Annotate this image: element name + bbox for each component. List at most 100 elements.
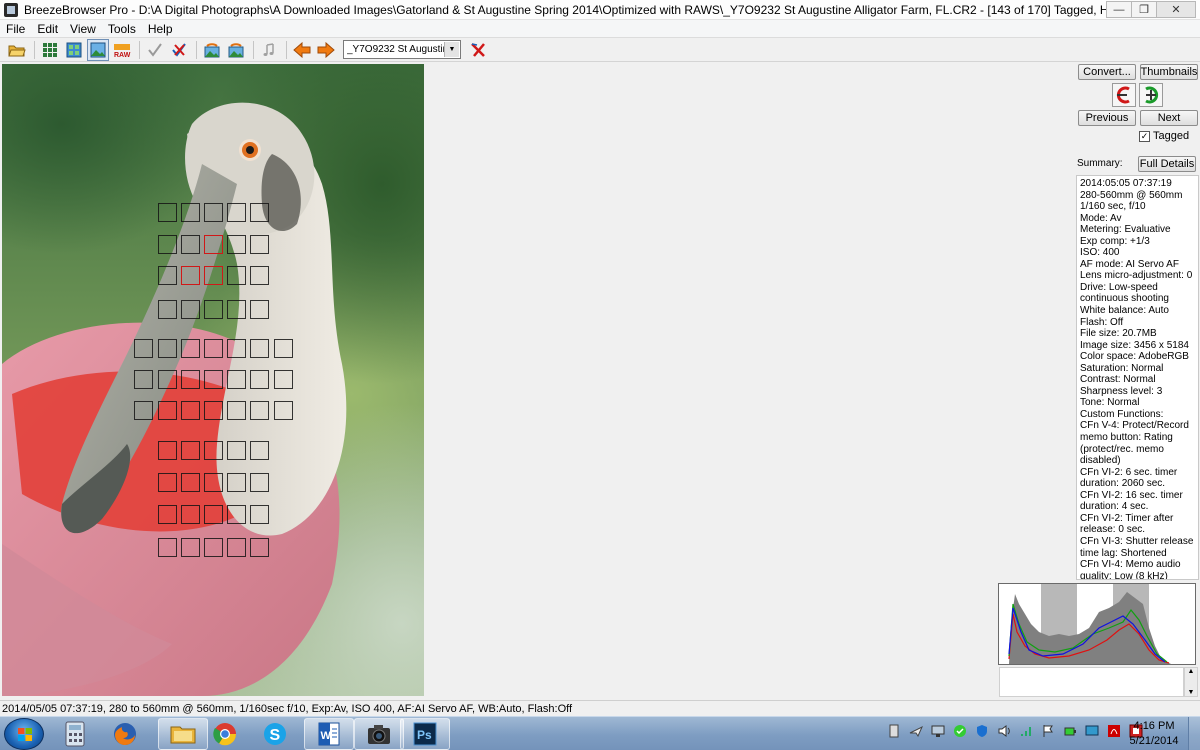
chrome-icon[interactable]	[200, 718, 250, 750]
camera-app-icon[interactable]	[354, 718, 404, 750]
close-x-icon[interactable]	[467, 39, 489, 61]
af-point	[250, 339, 269, 358]
af-point	[181, 473, 200, 492]
toolbar-separator	[253, 40, 254, 59]
photo-viewer[interactable]	[2, 64, 424, 696]
next-arrow-icon[interactable]	[315, 39, 337, 61]
detail-line: CFn VI-4: Memo audio quality: Low (8 kHz…	[1080, 559, 1181, 580]
histogram	[998, 583, 1196, 665]
calculator-icon[interactable]	[50, 718, 100, 750]
window-controls: — ❐ ✕	[1106, 1, 1196, 18]
photoshop-icon[interactable]: Ps	[400, 718, 450, 750]
rdp-icon[interactable]	[1084, 723, 1100, 739]
close-button[interactable]: ✕	[1156, 1, 1196, 18]
taskbar-clock[interactable]: 4:16 PM 5/21/2014	[1124, 719, 1184, 749]
af-point	[181, 505, 200, 524]
thumbnail-detail-icon[interactable]	[63, 39, 85, 61]
usb-icon[interactable]	[886, 723, 902, 739]
af-point	[250, 370, 269, 389]
af-point	[181, 339, 200, 358]
detail-line: ISO: 400	[1080, 247, 1120, 259]
untag-icon[interactable]	[168, 39, 190, 61]
af-point	[158, 370, 177, 389]
menu-help[interactable]: Help	[142, 22, 179, 36]
af-point	[158, 266, 177, 285]
toolbar-separator	[286, 40, 287, 59]
status-bar: 2014/05/05 07:37:19, 280 to 560mm @ 560m…	[0, 700, 1200, 716]
chevron-down-icon[interactable]: ▼	[1188, 689, 1195, 696]
wifi-icon[interactable]	[1018, 723, 1034, 739]
menu-file[interactable]: File	[0, 22, 31, 36]
af-point	[181, 203, 200, 222]
menu-edit[interactable]: Edit	[31, 22, 64, 36]
next-image-icon[interactable]	[1139, 83, 1163, 107]
detail-line: AF mode: AI Servo AF	[1080, 258, 1179, 270]
af-point	[227, 203, 246, 222]
system-tray	[886, 723, 1150, 739]
check-icon[interactable]	[144, 39, 166, 61]
power-icon[interactable]	[1062, 723, 1078, 739]
rotate-left-icon[interactable]	[201, 39, 223, 61]
detail-line: Metering: Evaluative	[1080, 224, 1171, 236]
airplane-icon[interactable]	[908, 723, 924, 739]
af-point	[227, 370, 246, 389]
af-point	[181, 235, 200, 254]
previous-button[interactable]: Previous	[1078, 110, 1136, 126]
shield-icon[interactable]	[974, 723, 990, 739]
flag-icon[interactable]	[1040, 723, 1056, 739]
af-point	[250, 505, 269, 524]
af-point	[250, 401, 269, 420]
maximize-button[interactable]: ❐	[1131, 1, 1157, 18]
start-button[interactable]	[4, 718, 44, 750]
svg-text:S: S	[270, 727, 281, 744]
single-image-icon[interactable]	[87, 38, 109, 61]
full-details-button[interactable]: Full Details	[1138, 156, 1196, 172]
volume-icon[interactable]	[996, 723, 1012, 739]
af-point	[250, 300, 269, 319]
detail-line: 2014:05:05 07:37:19	[1080, 178, 1172, 189]
af-point	[227, 538, 246, 557]
minimize-button[interactable]: —	[1106, 1, 1132, 18]
detail-line: Exp comp: +1/3	[1080, 235, 1150, 247]
thumbnails-button[interactable]: Thumbnails	[1140, 64, 1198, 80]
af-point-active	[204, 266, 223, 285]
af-point	[181, 538, 200, 557]
rotate-right-icon[interactable]	[225, 39, 247, 61]
firefox-icon[interactable]	[100, 718, 150, 750]
af-point	[274, 370, 293, 389]
af-point	[158, 473, 177, 492]
acrobat-icon[interactable]	[1106, 723, 1122, 739]
af-point	[158, 203, 177, 222]
menu-tools[interactable]: Tools	[102, 22, 142, 36]
next-button[interactable]: Next	[1140, 110, 1198, 126]
af-point	[158, 441, 177, 460]
skype-icon[interactable]: S	[250, 718, 300, 750]
toolbar-separator	[139, 40, 140, 59]
af-point	[181, 300, 200, 319]
show-desktop-button[interactable]	[1188, 717, 1200, 750]
af-point	[204, 300, 223, 319]
file-selector-dropdown[interactable]: _Y7O9232 St Augustine Alligator Farm, FL…	[343, 40, 461, 59]
menu-view[interactable]: View	[64, 22, 102, 36]
monitor-icon[interactable]	[930, 723, 946, 739]
open-folder-icon[interactable]	[6, 39, 28, 61]
thumbnail-grid-icon[interactable]	[39, 39, 61, 61]
raw-icon[interactable]: RAW	[111, 39, 133, 61]
word-icon[interactable]: W	[304, 718, 354, 750]
previous-image-icon[interactable]	[1112, 83, 1136, 107]
af-point	[181, 401, 200, 420]
detail-line: Custom Functions:	[1080, 408, 1164, 420]
histogram-scrollbar[interactable]: ▲ ▼	[1184, 667, 1198, 697]
network-icon[interactable]	[952, 723, 968, 739]
previous-arrow-icon[interactable]	[291, 39, 313, 61]
convert-button[interactable]: Convert...	[1078, 64, 1136, 80]
af-point	[227, 339, 246, 358]
clock-date: 5/21/2014	[1129, 735, 1179, 747]
svg-text:RAW: RAW	[114, 52, 131, 58]
chevron-up-icon[interactable]: ▲	[1188, 668, 1195, 675]
tagged-checkbox[interactable]: ✓	[1139, 131, 1150, 142]
af-point	[274, 339, 293, 358]
af-point	[204, 538, 223, 557]
chevron-down-icon[interactable]: ▼	[444, 42, 459, 57]
music-icon[interactable]	[258, 39, 280, 61]
